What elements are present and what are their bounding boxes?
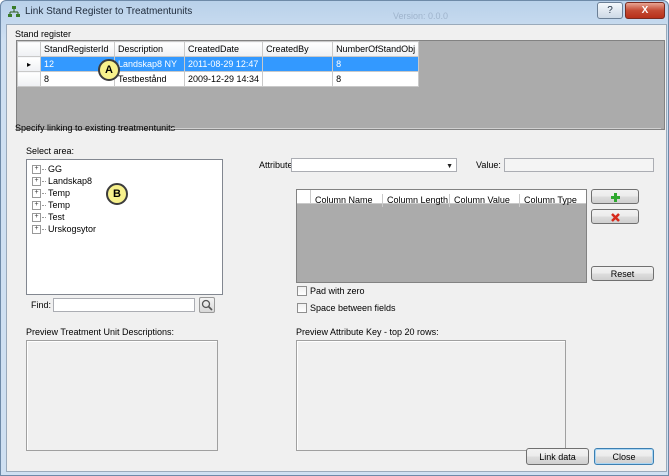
help-button[interactable]: ?	[597, 2, 623, 19]
table-row[interactable]: ▸ 12 Landskap8 NY 2011-08-29 12:47 8	[17, 56, 420, 72]
tree-connector	[42, 169, 46, 171]
find-label: Find:	[31, 300, 52, 310]
plus-icon	[610, 193, 620, 202]
reset-button[interactable]: Reset	[591, 266, 654, 281]
link-data-button[interactable]: Link data	[526, 448, 589, 465]
window-close-button[interactable]: X	[625, 2, 665, 19]
stand-register-table: StandRegisterId Description CreatedDate …	[17, 41, 420, 87]
row-indicator[interactable]	[17, 71, 41, 87]
window-title: Link Stand Register to Treatmentunits	[25, 6, 193, 17]
col-header-column-value[interactable]: Column Value	[450, 194, 520, 207]
cell-count[interactable]: 8	[332, 71, 420, 87]
col-header-column-name[interactable]: Column Name	[311, 194, 383, 207]
cell-created-date[interactable]: 2011-08-29 12:47	[183, 56, 264, 72]
cell-created-by[interactable]	[262, 71, 334, 87]
col-header-column-length[interactable]: Column Length	[383, 194, 450, 207]
tree-item[interactable]: + Temp	[32, 188, 71, 199]
preview-descriptions-label: Preview Treatment Unit Descriptions:	[26, 327, 175, 337]
grid-header-row: StandRegisterId Description CreatedDate …	[17, 41, 420, 57]
tree-connector	[42, 229, 46, 231]
pad-with-zero-label[interactable]: Pad with zero	[310, 286, 365, 296]
select-area-label: Select area:	[26, 146, 75, 156]
attribute-label: Attribute:	[259, 160, 296, 170]
preview-attribute-key-box	[296, 340, 566, 451]
tree-connector	[42, 205, 46, 207]
expand-icon[interactable]: +	[32, 213, 41, 223]
col-header-column-type[interactable]: Column Type	[520, 194, 586, 207]
columns-grid[interactable]: Column Name Column Length Column Value Colu…	[296, 189, 587, 283]
tree-item-label: Test	[48, 212, 65, 222]
tree-connector	[42, 181, 46, 183]
remove-column-button[interactable]	[591, 209, 639, 224]
columns-grid-header: Column Name Column Length Column Value Colu…	[297, 190, 586, 207]
expand-icon[interactable]: +	[32, 189, 41, 199]
attribute-combobox[interactable]: ▼	[291, 158, 457, 172]
table-row[interactable]: 8 Testbestånd 2009-12-29 14:34 8	[17, 71, 420, 87]
callout-a: A	[98, 59, 120, 81]
row-indicator[interactable]: ▸	[17, 56, 41, 72]
expand-icon[interactable]: +	[32, 201, 41, 211]
tree-item-label: Landskap8	[48, 176, 93, 186]
area-tree[interactable]: + GG + Landskap8 + Temp + Temp + Test + Urskog…	[26, 159, 223, 295]
expand-icon[interactable]: +	[32, 225, 41, 235]
cell-created-by[interactable]	[262, 56, 334, 72]
col-header-createddate[interactable]: CreatedDate	[183, 41, 264, 57]
magnifier-icon	[201, 299, 213, 311]
group-divider	[171, 128, 661, 129]
tree-item-label: Temp	[48, 188, 71, 198]
stand-register-grid[interactable]: StandRegisterId Description CreatedDate …	[16, 40, 665, 130]
find-button[interactable]	[199, 297, 215, 313]
chevron-down-icon[interactable]: ▼	[446, 163, 453, 170]
pad-with-zero-checkbox[interactable]	[297, 286, 307, 296]
tree-item-label: GG	[48, 164, 63, 174]
expand-icon[interactable]: +	[32, 177, 41, 187]
callout-b: B	[106, 183, 128, 205]
version-label: Version: 0.0.0	[393, 11, 449, 21]
tree-item[interactable]: + Test	[32, 212, 65, 223]
tree-connector	[42, 193, 46, 195]
find-input[interactable]	[53, 298, 195, 312]
preview-attribute-key-label: Preview Attribute Key - top 20 rows:	[296, 327, 439, 337]
col-header-description[interactable]: Description	[114, 41, 185, 57]
cell-description[interactable]: Testbestånd	[114, 71, 185, 87]
tree-connector	[42, 217, 46, 219]
tree-network-icon	[8, 6, 20, 17]
value-input[interactable]	[504, 158, 654, 172]
tree-item-label: Temp	[48, 200, 71, 210]
preview-descriptions-box	[26, 340, 218, 451]
dialog-client-area: Stand register StandRegisterId Descripti…	[6, 24, 667, 472]
tree-item-label: Urskogsytor	[48, 224, 97, 234]
space-between-fields-label[interactable]: Space between fields	[310, 303, 396, 313]
linking-group-label: Specify linking to existing treatmentuni…	[15, 123, 176, 133]
title-bar[interactable]: Link Stand Register to Treatmentunits Ve…	[1, 1, 668, 23]
cell-description[interactable]: Landskap8 NY	[114, 56, 185, 72]
value-label: Value:	[476, 160, 501, 170]
x-icon	[610, 213, 620, 222]
stand-register-label: Stand register	[15, 29, 72, 39]
tree-item[interactable]: + Urskogsytor	[32, 224, 97, 235]
col-header-numberofstandobj[interactable]: NumberOfStandObj	[332, 41, 420, 57]
row-header-corner	[17, 41, 41, 57]
expand-icon[interactable]: +	[32, 165, 41, 175]
close-button[interactable]: Close	[594, 448, 654, 465]
cell-count[interactable]: 8	[332, 56, 420, 72]
columns-grid-corner	[297, 190, 311, 203]
space-between-fields-checkbox[interactable]	[297, 303, 307, 313]
tree-item[interactable]: + GG	[32, 164, 63, 175]
col-header-standregisterid[interactable]: StandRegisterId	[40, 41, 115, 57]
main-window: Link Stand Register to Treatmentunits Ve…	[0, 0, 669, 476]
tree-item[interactable]: + Temp	[32, 200, 71, 211]
tree-item[interactable]: + Landskap8	[32, 176, 93, 187]
cell-created-date[interactable]: 2009-12-29 14:34	[183, 71, 264, 87]
col-header-createdby[interactable]: CreatedBy	[262, 41, 334, 57]
add-column-button[interactable]	[591, 189, 639, 204]
